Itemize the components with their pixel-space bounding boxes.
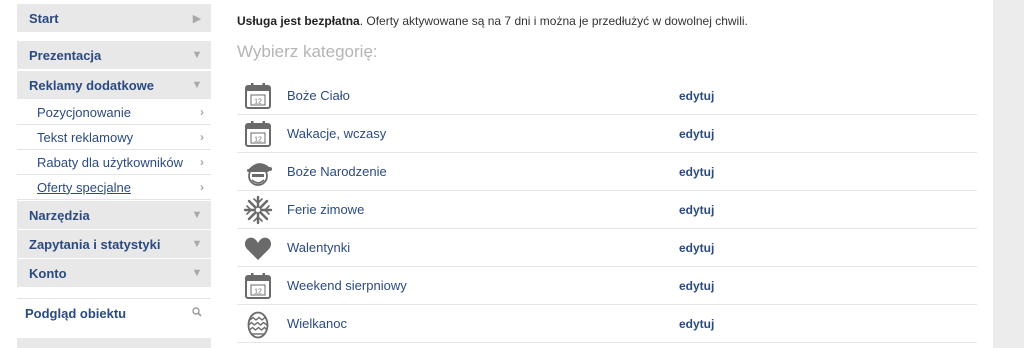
calendar-icon: 12 — [241, 269, 275, 303]
category-row[interactable]: Wielkanoc edytuj — [237, 305, 977, 343]
category-name[interactable]: Boże Ciało — [287, 88, 350, 103]
category-row[interactable]: Boże Narodzenie edytuj — [237, 153, 977, 191]
calendar-svg: 12 — [245, 120, 271, 147]
chevron-down-icon: ▼ — [191, 238, 203, 250]
chevron-down-icon: ▼ — [191, 79, 203, 91]
edit-link[interactable]: edytuj — [679, 165, 714, 179]
calendar-icon: 12 — [241, 117, 275, 151]
category-name[interactable]: Ferie zimowe — [287, 202, 364, 217]
nav-prezentacja[interactable]: Prezentacja ▼ — [17, 41, 211, 69]
sidebar-item-pozycjonowanie[interactable]: Pozycjonowanie › — [17, 100, 211, 125]
sidebar-item-oferty-specjalne[interactable]: Oferty specjalne › — [17, 175, 211, 200]
sidebar: Start ▶ Prezentacja ▼ Reklamy dodatkowe … — [0, 0, 220, 348]
calendar-svg: 12 — [245, 82, 271, 109]
category-name[interactable]: Wielkanoc — [287, 316, 347, 331]
nav-zapytania-label: Zapytania i statystyki — [29, 236, 161, 252]
chevron-right-icon: › — [200, 180, 204, 194]
nav-podglad-label: Podgląd obiektu — [25, 306, 127, 321]
sidebar-item-label: Pozycjonowanie — [37, 104, 131, 120]
category-name[interactable]: Wakacje, wczasy — [287, 126, 386, 141]
edit-link[interactable]: edytuj — [679, 317, 714, 331]
sidebar-bottom-bar — [17, 338, 211, 348]
edit-link[interactable]: edytuj — [679, 241, 714, 255]
category-heading: Wybierz kategorię: — [237, 42, 378, 61]
category-row[interactable]: Walentynki edytuj — [237, 229, 977, 267]
nav-start[interactable]: Start ▶ — [17, 4, 211, 32]
svg-text:12: 12 — [254, 136, 262, 143]
sidebar-item-label: Rabaty dla użytkowników — [37, 154, 183, 170]
edit-link[interactable]: edytuj — [679, 203, 714, 217]
chevron-right-icon: › — [200, 155, 204, 169]
svg-text:12: 12 — [254, 288, 262, 295]
nav-podglad-obiektu[interactable]: Podgląd obiektu — [17, 298, 211, 328]
chevron-right-icon: › — [200, 130, 204, 144]
snowflake-icon — [241, 193, 275, 227]
easter-egg-icon — [241, 307, 275, 341]
nav-narzedzia[interactable]: Narzędzia ▼ — [17, 201, 211, 229]
nav-prezentacja-label: Prezentacja — [29, 47, 102, 63]
edit-link[interactable]: edytuj — [679, 279, 714, 293]
main-content: Usługa jest bezpłatna. Oferty aktywowane… — [220, 0, 993, 348]
chevron-down-icon: ▼ — [191, 49, 203, 61]
nav-konto[interactable]: Konto ▼ — [17, 259, 211, 287]
santa-icon — [241, 155, 275, 189]
category-name[interactable]: Walentynki — [287, 240, 350, 255]
search-icon — [183, 307, 211, 320]
nav-reklamy-dodatkowe[interactable]: Reklamy dodatkowe ▼ — [17, 71, 211, 99]
calendar-icon: 12 — [241, 79, 275, 113]
category-row[interactable]: 12 Boże Ciało edytuj — [237, 77, 977, 115]
chevron-right-icon: ▶ — [192, 12, 202, 25]
edit-link[interactable]: edytuj — [679, 127, 714, 141]
sidebar-item-label: Tekst reklamowy — [37, 129, 134, 145]
category-name[interactable]: Boże Narodzenie — [287, 164, 387, 179]
calendar-svg: 12 — [245, 272, 271, 299]
chevron-down-icon: ▼ — [191, 209, 203, 221]
nav-reklamy-label: Reklamy dodatkowe — [29, 77, 154, 93]
service-info: Usługa jest bezpłatna. Oferty aktywowane… — [237, 14, 748, 28]
service-info-bold: Usługa jest bezpłatna — [237, 14, 360, 28]
nav-start-label: Start — [29, 10, 59, 26]
sidebar-item-tekst-reklamowy[interactable]: Tekst reklamowy › — [17, 125, 211, 150]
sidebar-item-label: Oferty specjalne — [37, 179, 131, 195]
category-row[interactable]: 12 Weekend sierpniowy edytuj — [237, 267, 977, 305]
category-name[interactable]: Weekend sierpniowy — [287, 278, 407, 293]
sidebar-item-rabaty[interactable]: Rabaty dla użytkowników › — [17, 150, 211, 175]
nav-konto-label: Konto — [29, 265, 67, 281]
category-row[interactable]: 12 Wakacje, wczasy edytuj — [237, 115, 977, 153]
service-info-text: . Oferty aktywowane są na 7 dni i można … — [359, 14, 748, 28]
nav-narzedzia-label: Narzędzia — [29, 207, 90, 223]
heart-icon — [241, 231, 275, 265]
edit-link[interactable]: edytuj — [679, 89, 714, 103]
nav-zapytania[interactable]: Zapytania i statystyki ▼ — [17, 230, 211, 258]
svg-text:12: 12 — [254, 98, 262, 105]
category-row[interactable]: Ferie zimowe edytuj — [237, 191, 977, 229]
chevron-right-icon: › — [200, 105, 204, 119]
chevron-down-icon: ▼ — [191, 267, 203, 279]
